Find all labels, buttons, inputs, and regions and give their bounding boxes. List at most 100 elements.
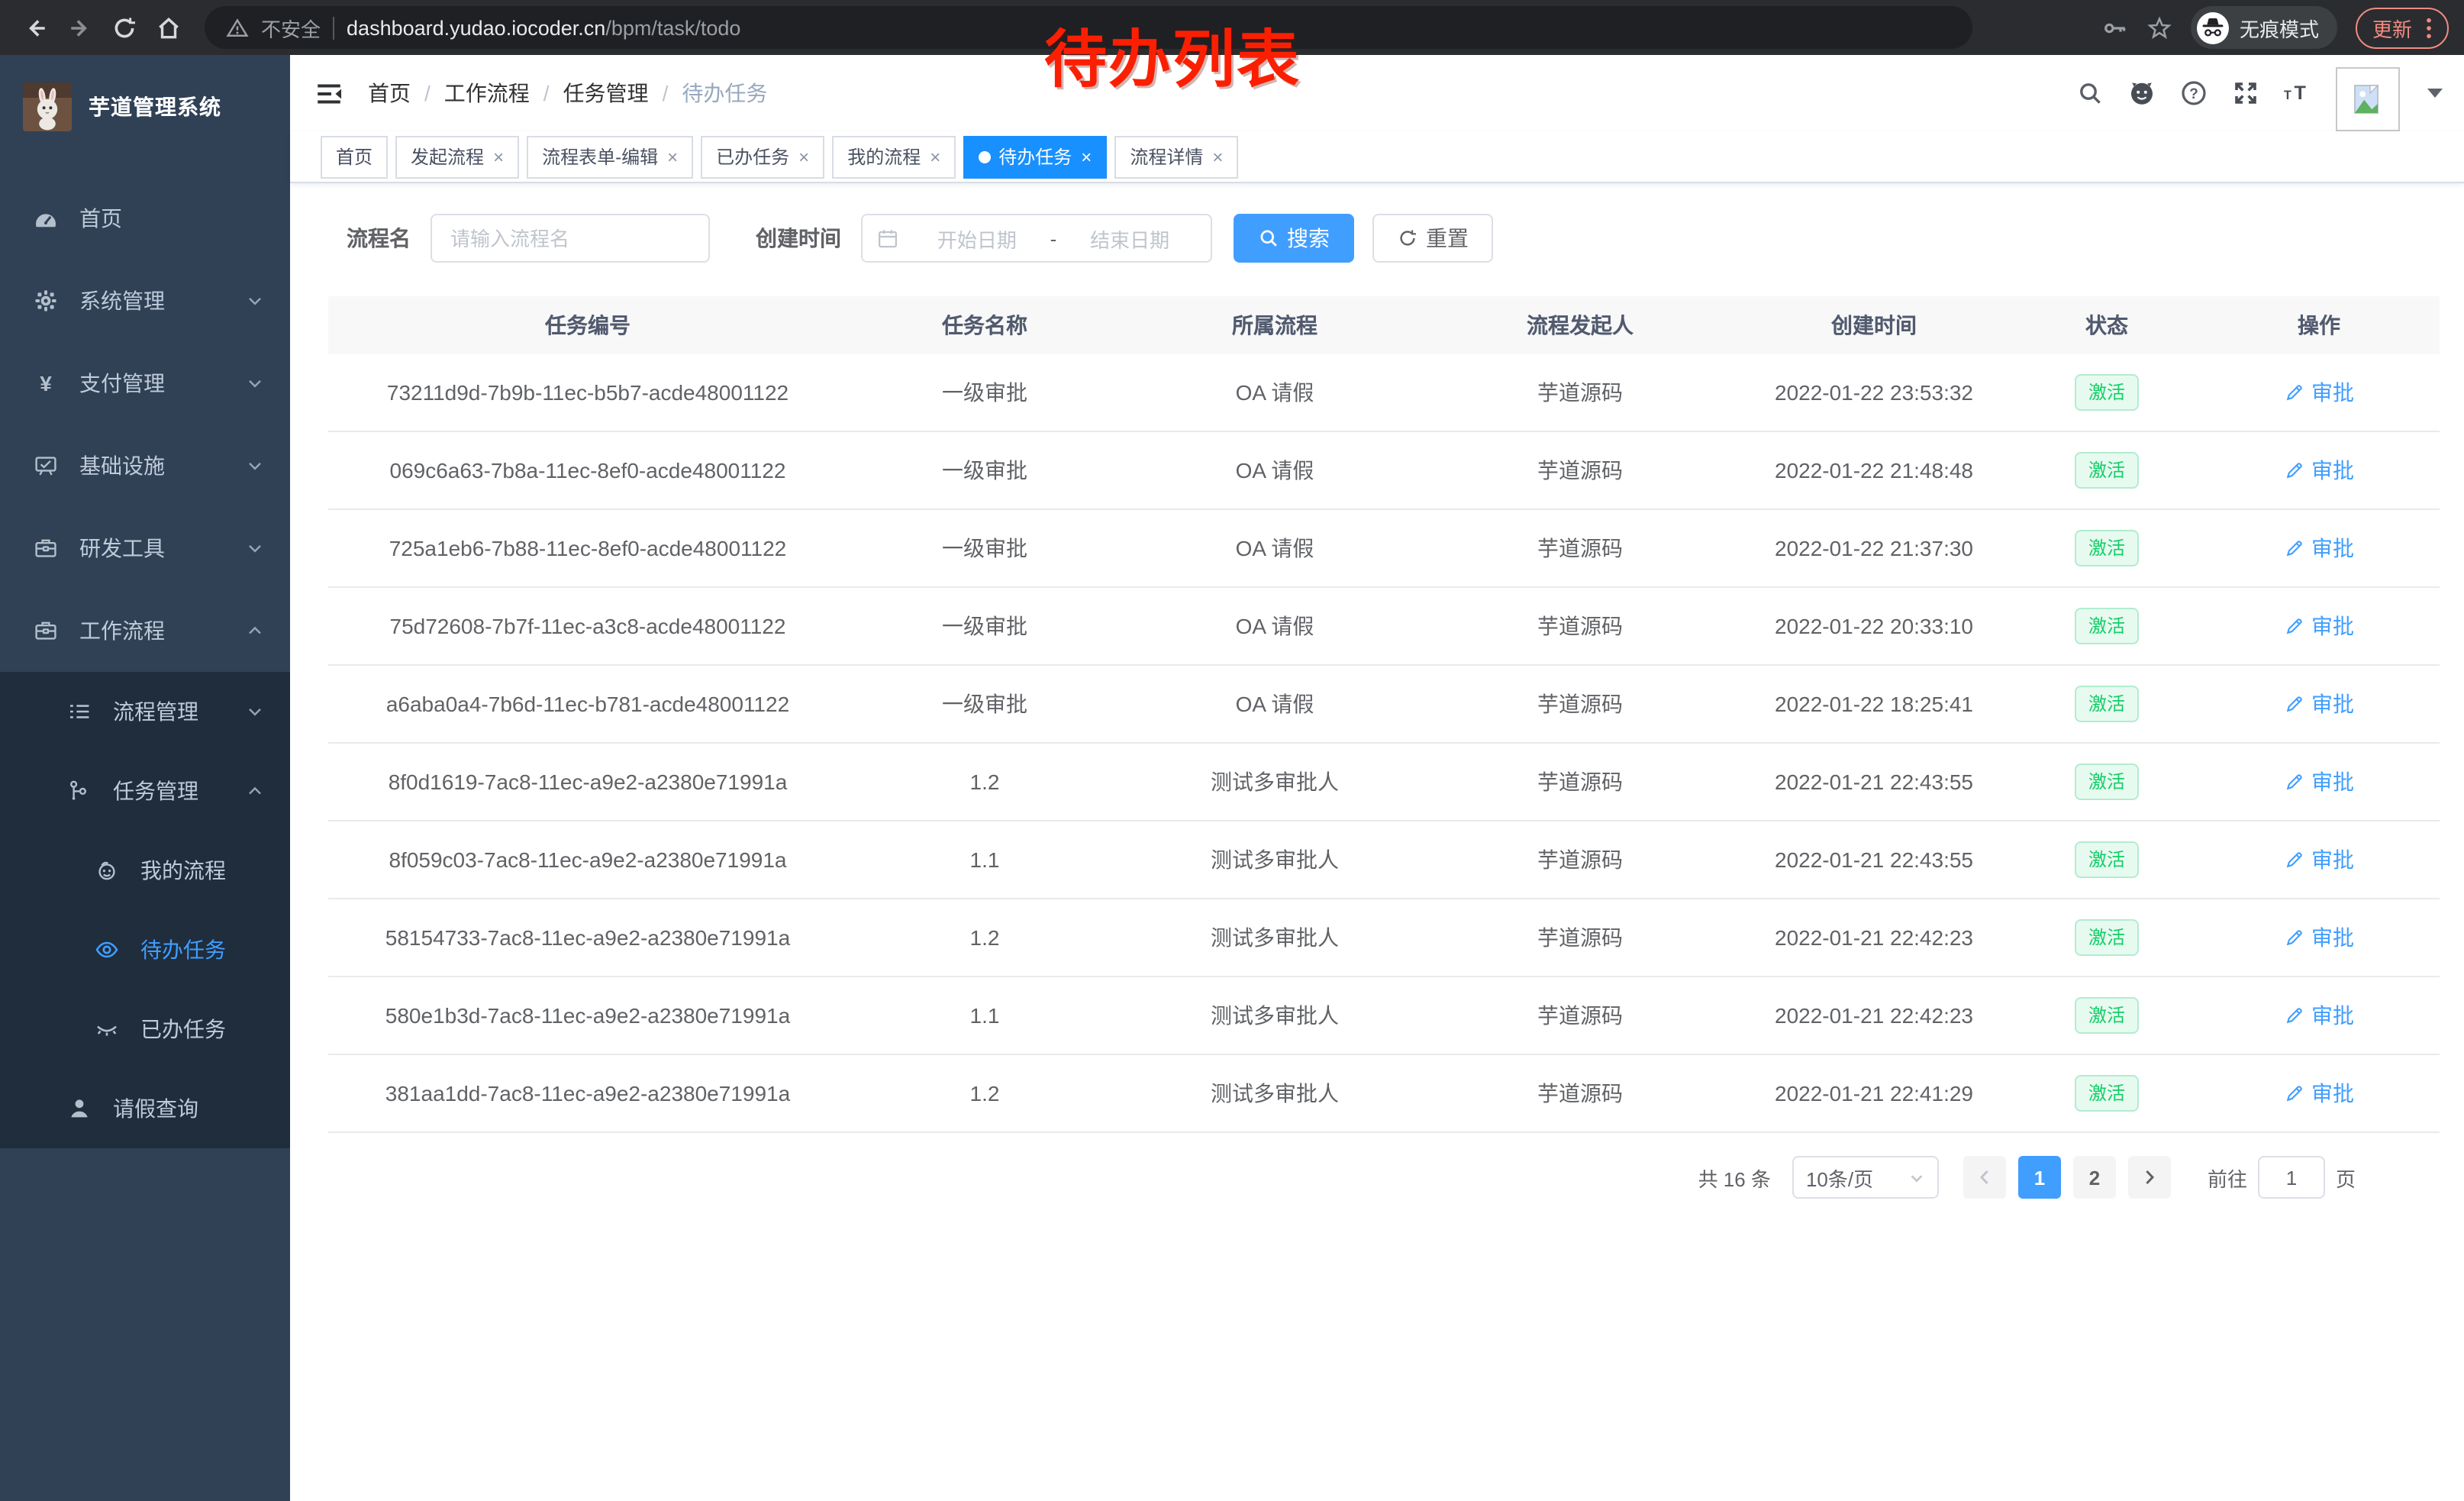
browser-forward-icon[interactable]	[60, 7, 101, 48]
sidebar-item-dev-tools[interactable]: 研发工具	[0, 507, 290, 589]
table-row: 725a1eb6-7b88-11ec-8ef0-acde48001122一级审批…	[328, 509, 2440, 587]
approve-label: 审批	[2311, 767, 2354, 797]
next-page-button[interactable]	[2128, 1156, 2171, 1199]
sidebar-item-leave-query[interactable]: 请假查询	[0, 1069, 290, 1148]
goto-page: 前往 页	[2208, 1156, 2356, 1199]
approve-link[interactable]: 审批	[2284, 922, 2354, 953]
breadcrumb-item[interactable]: 工作流程	[444, 78, 530, 108]
security-label[interactable]: 不安全	[261, 13, 321, 42]
approve-link[interactable]: 审批	[2284, 377, 2354, 408]
breadcrumb-item[interactable]: 任务管理	[563, 78, 649, 108]
sidebar-item-workflow[interactable]: 工作流程	[0, 589, 290, 672]
status-badge: 激活	[2075, 608, 2139, 644]
sidebar-item-payment[interactable]: ¥支付管理	[0, 342, 290, 424]
tab-done-tasks[interactable]: 已办任务 ×	[701, 135, 824, 178]
cell-process: 测试多审批人	[1122, 743, 1427, 821]
sidebar-item-todo-tasks[interactable]: 待办任务	[0, 910, 290, 989]
status-badge: 激活	[2075, 374, 2139, 411]
avatar[interactable]	[2336, 67, 2400, 131]
help-icon[interactable]: ?	[2180, 79, 2208, 107]
tab-process-detail[interactable]: 流程详情×	[1114, 135, 1238, 178]
table-row: 580e1b3d-7ac8-11ec-a9e2-a2380e71991a1.1测…	[328, 976, 2440, 1054]
approve-label: 审批	[2311, 455, 2354, 486]
breadcrumb-item[interactable]: 首页	[368, 78, 411, 108]
approve-link[interactable]: 审批	[2284, 611, 2354, 641]
tab-home[interactable]: 首页	[321, 135, 388, 178]
tab-my-process[interactable]: 我的流程×	[832, 135, 956, 178]
github-icon[interactable]	[2128, 79, 2156, 107]
browser-home-icon[interactable]	[148, 7, 189, 48]
sidebar-item-infrastructure[interactable]: 基础设施	[0, 424, 290, 507]
status-badge: 激活	[2075, 452, 2139, 489]
close-tab-icon[interactable]: ×	[1081, 147, 1092, 166]
process-name-input[interactable]	[431, 214, 710, 263]
tab-label: 已办任务	[716, 144, 789, 169]
approve-link[interactable]: 审批	[2284, 1078, 2354, 1109]
prev-page-button[interactable]	[1963, 1156, 2006, 1199]
close-tab-icon[interactable]: ×	[1212, 147, 1223, 166]
gear-icon	[34, 289, 58, 313]
approve-link[interactable]: 审批	[2284, 767, 2354, 797]
url-text[interactable]: dashboard.yudao.iocoder.cn/bpm/task/todo	[347, 16, 740, 39]
search-icon[interactable]	[2076, 79, 2104, 107]
tab-start-process[interactable]: 发起流程×	[395, 135, 519, 178]
cell-task-name: 1.1	[847, 976, 1122, 1054]
user-icon	[67, 1096, 92, 1121]
close-tab-icon[interactable]: ×	[930, 147, 940, 166]
approve-link[interactable]: 审批	[2284, 1000, 2354, 1031]
column-header: 任务名称	[847, 296, 1122, 354]
search-button[interactable]: 搜索	[1234, 214, 1354, 263]
address-bar[interactable]: 不安全 dashboard.yudao.iocoder.cn/bpm/task/…	[205, 6, 1972, 49]
cell-task-name: 1.2	[847, 743, 1122, 821]
cell-starter: 芋道源码	[1427, 587, 1733, 665]
bookmark-star-icon[interactable]	[2146, 15, 2172, 40]
close-tab-icon[interactable]: ×	[667, 147, 678, 166]
approve-link[interactable]: 审批	[2284, 844, 2354, 875]
tab-form-edit[interactable]: 流程表单-编辑×	[527, 135, 693, 178]
cell-task-name: 一级审批	[847, 665, 1122, 743]
update-label: 更新	[2372, 13, 2412, 42]
browser-reload-icon[interactable]	[104, 7, 145, 48]
avatar-caret-icon[interactable]	[2427, 89, 2443, 98]
browser-back-icon[interactable]	[15, 7, 56, 48]
table-row: 73211d9d-7b9b-11ec-b5b7-acde48001122一级审批…	[328, 354, 2440, 431]
tab-todo-tasks[interactable]: 待办任务×	[963, 135, 1107, 178]
menu-fold-icon[interactable]	[314, 79, 343, 108]
column-header: 状态	[2015, 296, 2198, 354]
page-button-1[interactable]: 1	[2018, 1156, 2061, 1199]
fullscreen-icon[interactable]	[2232, 79, 2259, 107]
tab-label: 首页	[336, 144, 373, 169]
pencil-icon	[2284, 849, 2305, 870]
sidebar-item-task-mgmt[interactable]: 任务管理	[0, 751, 290, 831]
sidebar-item-home[interactable]: 首页	[0, 177, 290, 260]
app-logo[interactable]: 芋道管理系统	[0, 55, 290, 147]
chrome-update-button[interactable]: 更新	[2356, 7, 2449, 48]
sidebar-item-system[interactable]: 系统管理	[0, 260, 290, 342]
cell-process: OA 请假	[1122, 354, 1427, 431]
text-size-icon[interactable]: TT	[2284, 79, 2311, 107]
sidebar: 芋道管理系统 首页系统管理¥支付管理基础设施研发工具工作流程流程管理任务管理我的…	[0, 55, 290, 1501]
column-header: 任务编号	[328, 296, 847, 354]
close-tab-icon[interactable]: ×	[798, 147, 809, 166]
date-range-input[interactable]: 开始日期 - 结束日期	[861, 214, 1212, 263]
approve-link[interactable]: 审批	[2284, 533, 2354, 563]
sidebar-item-label: 支付管理	[79, 368, 165, 399]
approve-link[interactable]: 审批	[2284, 455, 2354, 486]
sidebar-item-label: 任务管理	[113, 776, 198, 806]
sidebar-item-label: 待办任务	[140, 934, 226, 965]
sidebar-item-process-mgmt[interactable]: 流程管理	[0, 672, 290, 751]
approve-link[interactable]: 审批	[2284, 689, 2354, 719]
breadcrumb-separator: /	[663, 81, 669, 105]
pencil-icon	[2284, 537, 2305, 559]
close-tab-icon[interactable]: ×	[493, 147, 504, 166]
page-button-2[interactable]: 2	[2073, 1156, 2116, 1199]
page-size-select[interactable]: 10条/页	[1792, 1156, 1939, 1199]
sidebar-item-done-tasks[interactable]: 已办任务	[0, 989, 290, 1069]
password-key-icon[interactable]	[2102, 15, 2128, 40]
sidebar-item-my-process[interactable]: 我的流程	[0, 831, 290, 910]
cell-starter: 芋道源码	[1427, 431, 1733, 509]
toolbox-icon	[34, 618, 58, 643]
reset-button[interactable]: 重置	[1372, 214, 1493, 263]
active-tab-dot	[979, 150, 991, 163]
goto-page-input[interactable]	[2258, 1156, 2325, 1199]
